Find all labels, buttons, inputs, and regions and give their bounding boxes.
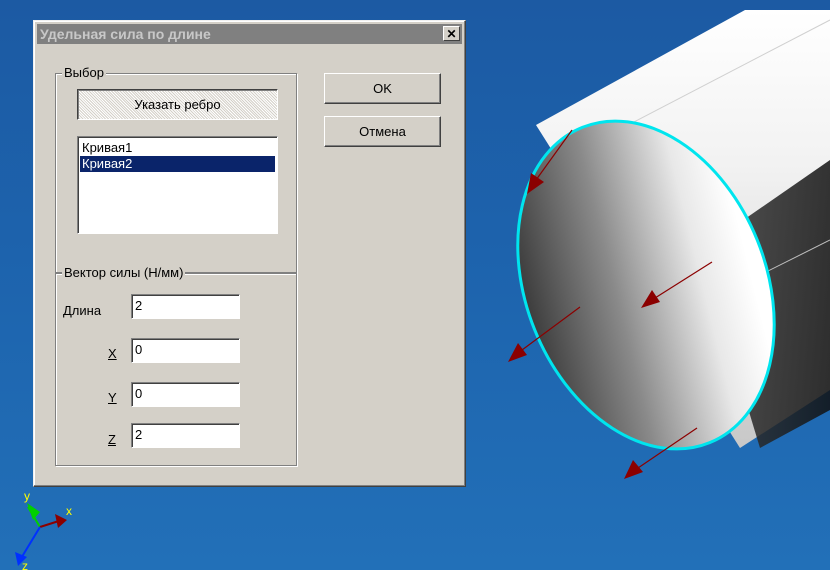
list-item-curve2[interactable]: Кривая2 — [80, 156, 275, 172]
y-label: Y — [108, 390, 117, 405]
curve-list[interactable]: Кривая1 Кривая2 — [77, 136, 278, 234]
selection-group-label: Выбор — [62, 65, 106, 81]
triad-x-label: x — [66, 504, 72, 518]
dialog-titlebar[interactable]: Удельная сила по длине ✕ — [37, 24, 462, 44]
list-item-curve1[interactable]: Кривая1 — [80, 140, 275, 156]
x-input[interactable]: 0 — [131, 338, 240, 363]
close-icon: ✕ — [446, 27, 457, 41]
force-vector-group: Вектор силы (Н/мм) Длина 2 X 0 Y 0 Z 2 — [55, 265, 297, 466]
z-input[interactable]: 2 — [131, 423, 240, 448]
force-vector-group-label: Вектор силы (Н/мм) — [62, 265, 186, 281]
length-label: Длина — [63, 303, 102, 318]
triad-z-label: z — [22, 559, 28, 570]
dialog-title: Удельная сила по длине — [40, 26, 211, 42]
selection-group: Выбор Указать ребро Кривая1 Кривая2 — [55, 65, 297, 273]
z-label: Z — [108, 432, 116, 447]
axis-triad: y x z — [15, 489, 72, 570]
pipe-model — [516, 10, 830, 451]
pick-edge-label: Указать ребро — [134, 97, 221, 112]
force-per-length-dialog: Удельная сила по длине ✕ Выбор Указать р… — [33, 20, 466, 487]
x-label: X — [108, 346, 117, 361]
pick-edge-button[interactable]: Указать ребро — [77, 89, 278, 120]
cancel-label: Отмена — [359, 124, 406, 139]
close-button[interactable]: ✕ — [443, 26, 460, 41]
ok-label: OK — [373, 81, 392, 96]
y-input[interactable]: 0 — [131, 382, 240, 407]
length-input[interactable]: 2 — [131, 294, 240, 319]
triad-y-label: y — [24, 489, 30, 503]
ok-button[interactable]: OK — [324, 73, 441, 104]
cancel-button[interactable]: Отмена — [324, 116, 441, 147]
triad-z-axis — [19, 526, 41, 561]
